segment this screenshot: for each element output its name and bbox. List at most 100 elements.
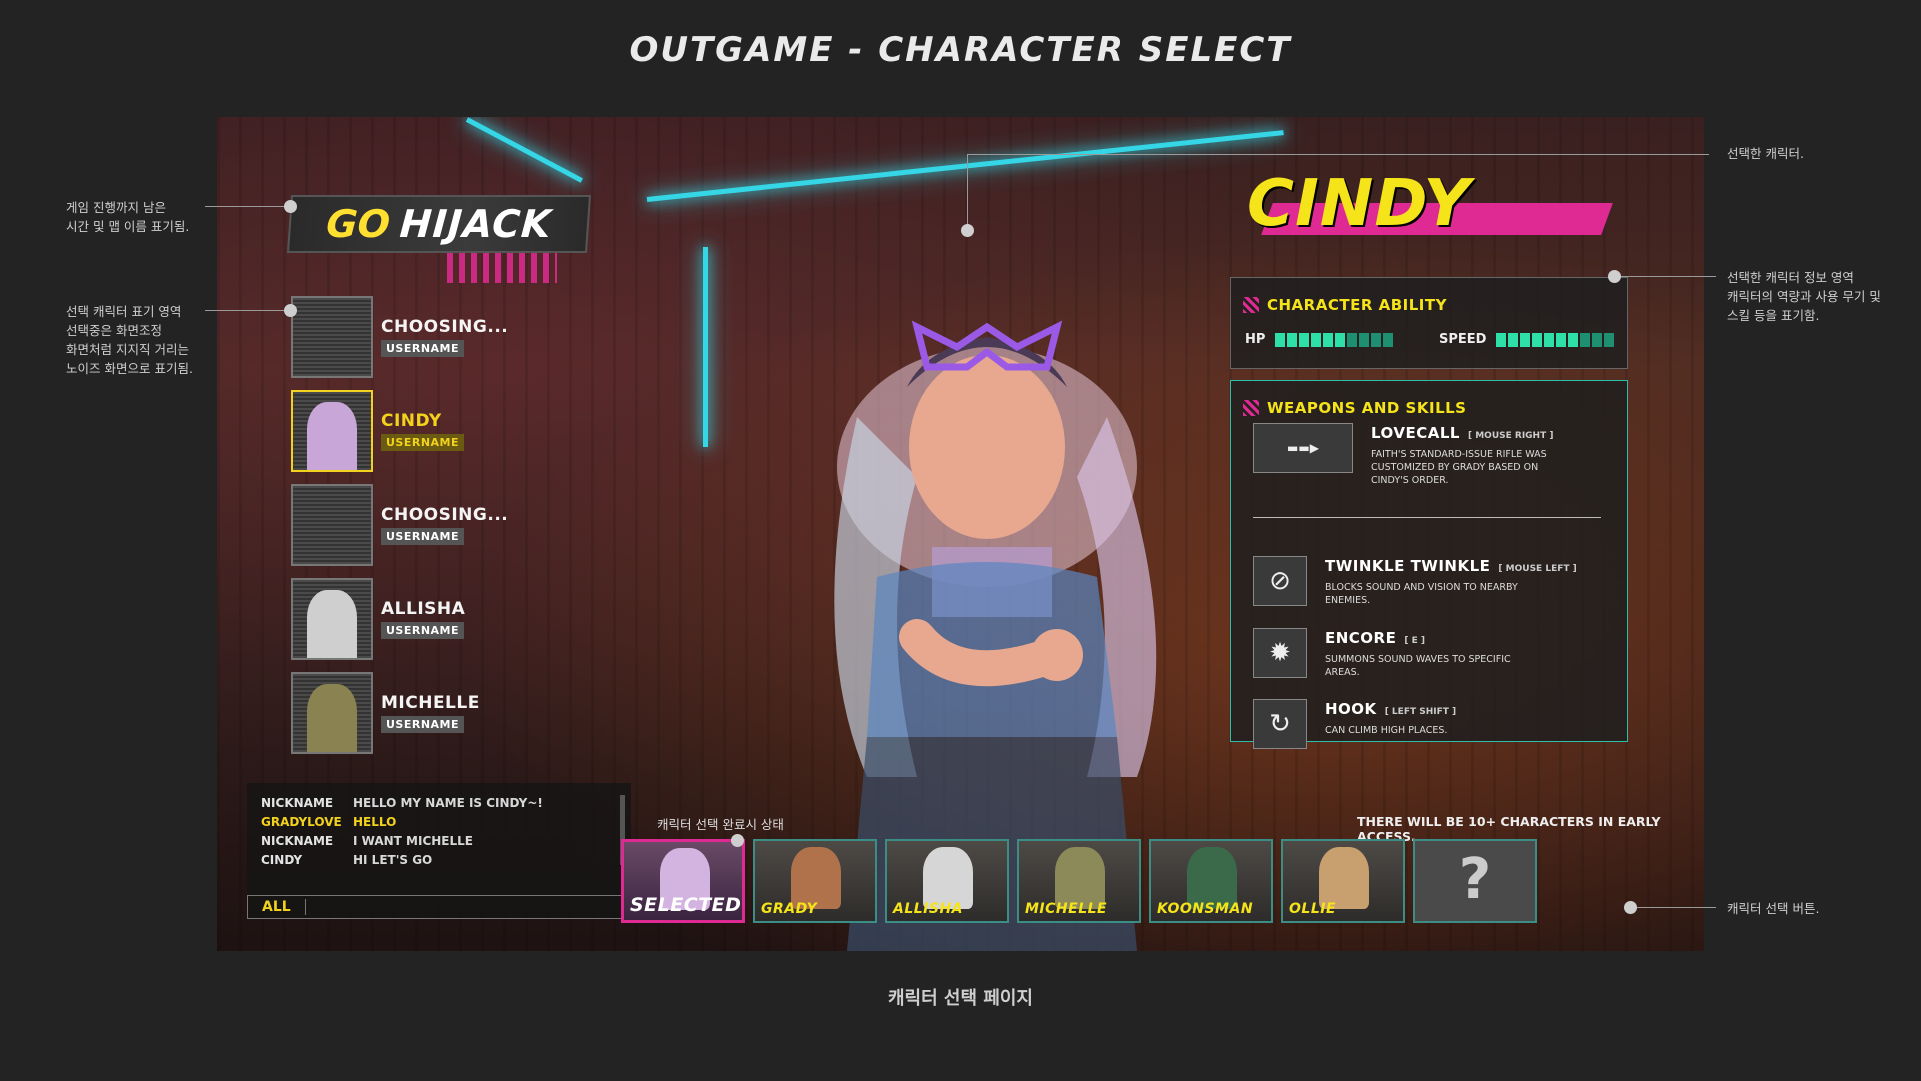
chat-nickname: NICKNAME — [261, 833, 334, 848]
stat-segment — [1580, 332, 1591, 347]
annotation-line: 게임 진행까지 남은 — [66, 200, 166, 215]
stat-segment — [1359, 332, 1370, 347]
slot-username: USERNAME — [381, 716, 465, 733]
slot-portrait — [291, 578, 373, 660]
mode-label: GO — [324, 202, 392, 246]
stat-segment — [1604, 332, 1615, 347]
character-label: KOONSMAN — [1157, 901, 1254, 917]
chat-message: NICKNAME I WANT MICHELLE — [247, 831, 631, 850]
character-roster: SELECTED GRADY ALLISHA MICHELLE KOONSMAN OLLI… — [621, 839, 1537, 923]
character-label: MICHELLE — [1025, 901, 1108, 917]
rifle-icon: ▬▬▶ — [1253, 423, 1353, 473]
character-label: ALLISHA — [893, 901, 964, 917]
stat-segment — [1568, 332, 1579, 347]
leader-dot — [1608, 270, 1621, 283]
chat-message: NICKNAME HELLO MY NAME IS CINDY~! — [247, 793, 631, 812]
annotation-line: 선택 캐릭터 표기 영역 — [66, 304, 182, 319]
slot-username: USERNAME — [381, 340, 465, 357]
leader-dot — [1624, 901, 1637, 914]
page-title: OUTGAME - CHARACTER SELECT — [629, 30, 1292, 70]
leader-dot — [961, 224, 974, 237]
leader-dot — [731, 834, 744, 847]
skill-row: ↻ HOOK [ LEFT SHIFT ] CAN CLIMB HIGH PLACES… — [1253, 699, 1456, 749]
chat-text: HI LET'S GO — [353, 852, 433, 867]
chat-text: I WANT MICHELLE — [353, 833, 473, 848]
player-slot: CINDY USERNAME — [291, 384, 541, 478]
leader-line — [967, 154, 968, 230]
chat-input[interactable]: ALL — [247, 895, 631, 919]
hp-stat: HP — [1245, 332, 1394, 347]
skill-key: [ MOUSE LEFT ] — [1498, 564, 1577, 574]
slot-character-name: MICHELLE — [381, 693, 480, 713]
leader-line — [205, 310, 291, 311]
skill-name: LOVECALL — [1371, 424, 1460, 442]
slot-character-name: ALLISHA — [381, 599, 466, 619]
chat-nickname: NICKNAME — [261, 795, 334, 810]
annotation-line: 선택중은 화면조정 — [66, 323, 162, 338]
paint-drip — [447, 253, 557, 283]
character-select-button[interactable]: ALLISHA — [885, 839, 1009, 923]
character-portrait — [307, 590, 357, 658]
player-slot: ALLISHA USERNAME — [291, 572, 541, 666]
weapons-skills-panel: WEAPONS AND SKILLS ▬▬▶ LOVECALL [ MOUSE RI… — [1230, 380, 1628, 749]
chat-nickname: CINDY — [261, 852, 303, 867]
hatch-icon — [1243, 400, 1259, 416]
player-slot: CHOOSING... USERNAME — [291, 478, 541, 572]
skill-key: [ E ] — [1404, 636, 1426, 646]
slot-character-name: CHOOSING... — [381, 505, 509, 525]
stat-segment — [1508, 332, 1519, 347]
stat-segment — [1496, 332, 1507, 347]
hp-bar — [1275, 332, 1394, 347]
annotation-selected-char: 선택한 캐릭터. — [1727, 146, 1804, 161]
character-select-button[interactable]: OLLIE — [1281, 839, 1405, 923]
stat-segment — [1323, 332, 1334, 347]
character-label: GRADY — [761, 901, 818, 917]
skill-name: ENCORE — [1325, 629, 1397, 647]
stat-segment — [1544, 332, 1555, 347]
chat-text: HELLO — [353, 814, 397, 829]
skill-name: HOOK — [1325, 700, 1377, 718]
ability-title: CHARACTER ABILITY — [1243, 296, 1447, 314]
skill-description: BLOCKS SOUND AND VISION TO NEARBY ENEMIE… — [1325, 582, 1518, 606]
character-select-button[interactable]: MICHELLE — [1017, 839, 1141, 923]
speed-bar — [1496, 332, 1615, 347]
skill-divider — [1253, 517, 1601, 518]
speed-stat: SPEED — [1439, 332, 1615, 347]
character-select-button[interactable]: SELECTED — [621, 839, 745, 923]
weapons-title-text: WEAPONS AND SKILLS — [1267, 399, 1467, 417]
annotation-line: 스킬 등을 표기함. — [1727, 308, 1820, 323]
leader-line — [1616, 276, 1716, 277]
skill-description: FAITH'S STANDARD-ISSUE RIFLE WAS CUSTOMI… — [1371, 449, 1547, 486]
question-mark-icon: ? — [1458, 847, 1492, 912]
character-select-button[interactable]: KOONSMAN — [1149, 839, 1273, 923]
player-slot-list: CHOOSING... USERNAME CINDY USERNAME CHOOSING… — [291, 290, 541, 760]
locked-character-button[interactable]: ? — [1413, 839, 1537, 923]
hatch-icon — [1243, 297, 1259, 313]
slot-portrait — [291, 390, 373, 472]
character-select-button[interactable]: GRADY — [753, 839, 877, 923]
character-portrait — [791, 847, 841, 909]
chat-channel-tab[interactable]: ALL — [262, 899, 306, 915]
skill-key: [ MOUSE RIGHT ] — [1467, 431, 1554, 441]
skill-key: [ LEFT SHIFT ] — [1384, 707, 1457, 717]
slot-character-name: CINDY — [381, 411, 442, 431]
annotation-line: 시간 및 맵 이름 표기됨. — [66, 219, 190, 234]
game-screen: GO HIJACK CHOOSING... USERNAME CINDY USERNA… — [217, 117, 1704, 951]
slot-character-name: CHOOSING... — [381, 317, 509, 337]
annotation-line: 화면처럼 지지직 거리는 — [66, 342, 189, 357]
ability-title-text: CHARACTER ABILITY — [1267, 296, 1447, 314]
leader-line — [967, 154, 1709, 155]
selected-character-name: CINDY — [1247, 167, 1471, 241]
annotation-timer-map: 게임 진행까지 남은 시간 및 맵 이름 표기됨. — [66, 198, 189, 236]
stat-segment — [1520, 332, 1531, 347]
chat-message: GRADYLOVE HELLO — [247, 812, 631, 831]
annotation-slot-area: 선택 캐릭터 표기 영역 선택중은 화면조정 화면처럼 지지직 거리는 노이즈 … — [66, 302, 193, 378]
character-portrait — [307, 402, 357, 470]
stat-segment — [1275, 332, 1286, 347]
chat-nickname: GRADYLOVE — [261, 814, 342, 829]
speed-label: SPEED — [1439, 332, 1487, 347]
selected-state-note: 캐릭터 선택 완료시 상태 — [657, 817, 784, 832]
skill-description: CAN CLIMB HIGH PLACES. — [1325, 725, 1448, 736]
slot-username: USERNAME — [381, 528, 465, 545]
skill-name: TWINKLE TWINKLE — [1325, 557, 1491, 575]
